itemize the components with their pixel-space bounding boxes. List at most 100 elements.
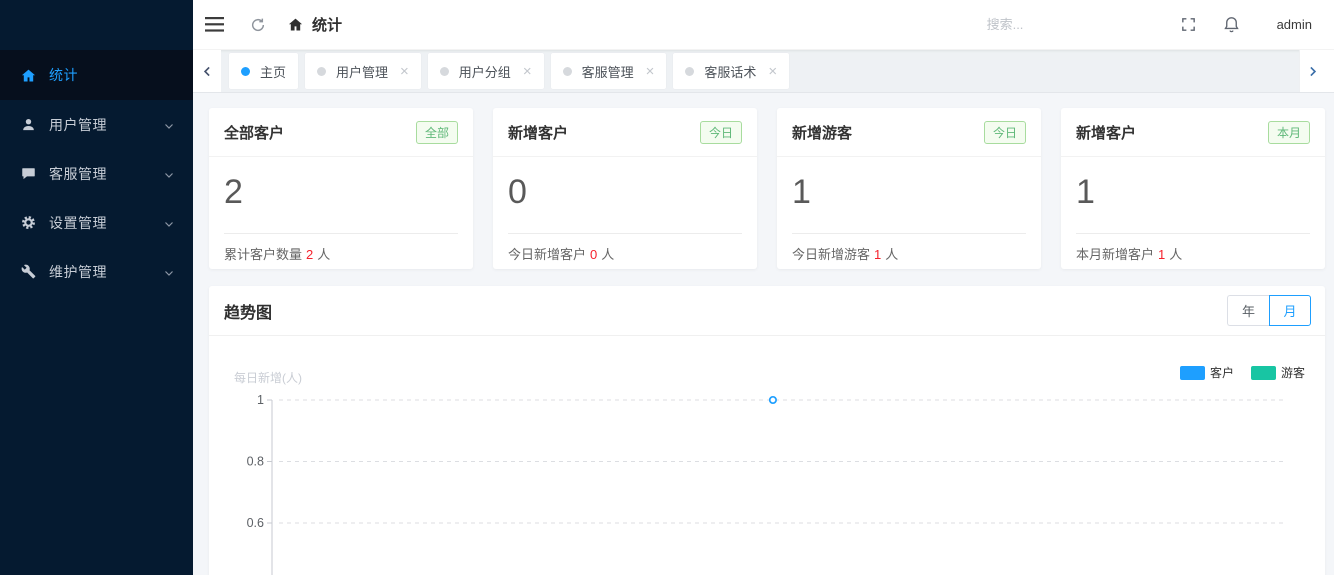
chart-area: 每日新增(人) 客户 游客 10.80.6 — [209, 336, 1325, 575]
bell-icon[interactable] — [1222, 15, 1241, 34]
chevron-down-icon — [163, 168, 175, 180]
close-icon[interactable]: × — [400, 64, 409, 79]
range-button-group: 年 月 — [1227, 295, 1311, 326]
footer-number: 2 — [306, 247, 313, 262]
sidebar-item-stats[interactable]: 统计 — [0, 50, 193, 100]
stat-card-footer: 今日新增游客 1人 — [777, 234, 1041, 273]
app-window: 统计 用户管理 客服管理 设置管理 — [0, 0, 1334, 575]
tab-scroll-left-button[interactable] — [193, 50, 221, 92]
hamburger-menu-icon[interactable] — [204, 17, 224, 32]
chevron-down-icon — [163, 119, 175, 131]
fullscreen-icon[interactable] — [1180, 16, 1197, 33]
range-year-button[interactable]: 年 — [1227, 295, 1269, 326]
footer-text: 今日新增客户 — [508, 247, 586, 262]
main-content: 全部客户 全部 2 累计客户数量2人 新增客户 今日 0 今日新增客户0人 — [193, 93, 1334, 575]
tab-label: 用户管理 — [336, 62, 388, 81]
footer-unit: 人 — [317, 247, 330, 262]
tab-service-management[interactable]: 客服管理 × — [551, 53, 667, 89]
stat-card-all-customers: 全部客户 全部 2 累计客户数量2人 — [209, 108, 473, 269]
stat-card-title: 全部客户 — [224, 122, 284, 143]
footer-text: 本月新增客户 — [1076, 247, 1154, 262]
stat-card-title: 新增客户 — [508, 122, 568, 143]
tab-bar-gutter — [1325, 50, 1334, 92]
sidebar-item-label: 设置管理 — [49, 213, 163, 233]
stat-card-footer: 今日新增客户 0人 — [493, 234, 757, 273]
status-badge: 今日 — [700, 121, 742, 144]
stat-card-value: 1 — [1061, 157, 1325, 219]
home-icon — [20, 67, 36, 83]
close-icon[interactable]: × — [768, 64, 777, 79]
footer-unit: 人 — [1169, 247, 1182, 262]
breadcrumb-home-icon[interactable] — [288, 17, 303, 32]
tab-dot — [241, 67, 250, 76]
svg-text:0.6: 0.6 — [247, 516, 264, 530]
sidebar-item-user-management[interactable]: 用户管理 — [0, 100, 193, 149]
tab-home[interactable]: 主页 — [229, 53, 298, 89]
trend-card-header: 趋势图 年 月 — [209, 286, 1325, 336]
stat-card-new-customers-month: 新增客户 本月 1 本月新增客户1人 — [1061, 108, 1325, 269]
sidebar-item-maintenance-management[interactable]: 维护管理 — [0, 247, 193, 296]
search-input[interactable] — [987, 17, 1152, 32]
footer-number: 1 — [1158, 247, 1165, 262]
footer-text: 今日新增游客 — [792, 247, 870, 262]
close-icon[interactable]: × — [646, 64, 655, 79]
sidebar-item-label: 统计 — [49, 65, 175, 85]
tabs-container: 主页 用户管理 × 用户分组 × 客服管理 × 客服话术 × — [221, 50, 1299, 92]
footer-number: 0 — [590, 247, 597, 262]
status-badge: 今日 — [984, 121, 1026, 144]
tab-dot — [685, 67, 694, 76]
tab-label: 客服话术 — [704, 62, 756, 81]
tab-dot — [563, 67, 572, 76]
sidebar: 统计 用户管理 客服管理 设置管理 — [0, 0, 193, 575]
tab-label: 主页 — [260, 62, 286, 81]
chevron-down-icon — [163, 266, 175, 278]
tab-dot — [317, 67, 326, 76]
sidebar-item-label: 用户管理 — [49, 115, 163, 135]
header-right-cluster: admin — [987, 15, 1334, 34]
chat-icon — [20, 166, 36, 182]
stat-card-footer: 本月新增客户 1人 — [1061, 234, 1325, 273]
refresh-icon[interactable] — [250, 17, 266, 33]
sidebar-item-label: 维护管理 — [49, 262, 163, 282]
tab-bar: 主页 用户管理 × 用户分组 × 客服管理 × 客服话术 × — [193, 50, 1334, 93]
tab-service-scripts[interactable]: 客服话术 × — [673, 53, 789, 89]
stat-card-header: 新增客户 今日 — [493, 108, 757, 157]
chevron-down-icon — [163, 217, 175, 229]
stat-card-header: 新增游客 今日 — [777, 108, 1041, 157]
stat-card-title: 新增客户 — [1076, 122, 1136, 143]
sidebar-item-settings-management[interactable]: 设置管理 — [0, 198, 193, 247]
footer-unit: 人 — [601, 247, 614, 262]
trend-title: 趋势图 — [224, 299, 272, 323]
tab-user-groups[interactable]: 用户分组 × — [428, 53, 544, 89]
range-month-button[interactable]: 月 — [1269, 295, 1311, 326]
trend-chart-card: 趋势图 年 月 每日新增(人) 客户 游客 — [209, 286, 1325, 575]
sidebar-item-service-management[interactable]: 客服管理 — [0, 149, 193, 198]
close-icon[interactable]: × — [523, 64, 532, 79]
user-icon — [20, 117, 36, 133]
stat-card-value: 2 — [209, 157, 473, 219]
sidebar-item-label: 客服管理 — [49, 164, 163, 184]
status-badge: 全部 — [416, 121, 458, 144]
top-header: 统计 admin — [193, 0, 1334, 50]
stat-card-title: 新增游客 — [792, 122, 852, 143]
tab-scroll-right-button[interactable] — [1299, 50, 1325, 92]
stat-card-new-visitors-today: 新增游客 今日 1 今日新增游客1人 — [777, 108, 1041, 269]
sidebar-logo-strip — [0, 0, 193, 50]
gear-icon — [20, 215, 36, 231]
tab-label: 用户分组 — [459, 62, 511, 81]
stat-card-new-customers-today: 新增客户 今日 0 今日新增客户0人 — [493, 108, 757, 269]
stat-card-footer: 累计客户数量2人 — [209, 234, 473, 273]
footer-number: 1 — [874, 247, 881, 262]
wrench-icon — [20, 264, 36, 280]
stat-card-header: 全部客户 全部 — [209, 108, 473, 157]
page-title: 统计 — [312, 14, 342, 35]
stat-cards-row: 全部客户 全部 2 累计客户数量2人 新增客户 今日 0 今日新增客户0人 — [209, 108, 1325, 269]
tab-user-management[interactable]: 用户管理 × — [305, 53, 421, 89]
tab-dot — [440, 67, 449, 76]
stat-card-value: 0 — [493, 157, 757, 219]
username[interactable]: admin — [1277, 17, 1312, 32]
tab-label: 客服管理 — [582, 62, 634, 81]
footer-unit: 人 — [885, 247, 898, 262]
status-badge: 本月 — [1268, 121, 1310, 144]
svg-text:1: 1 — [257, 393, 264, 407]
